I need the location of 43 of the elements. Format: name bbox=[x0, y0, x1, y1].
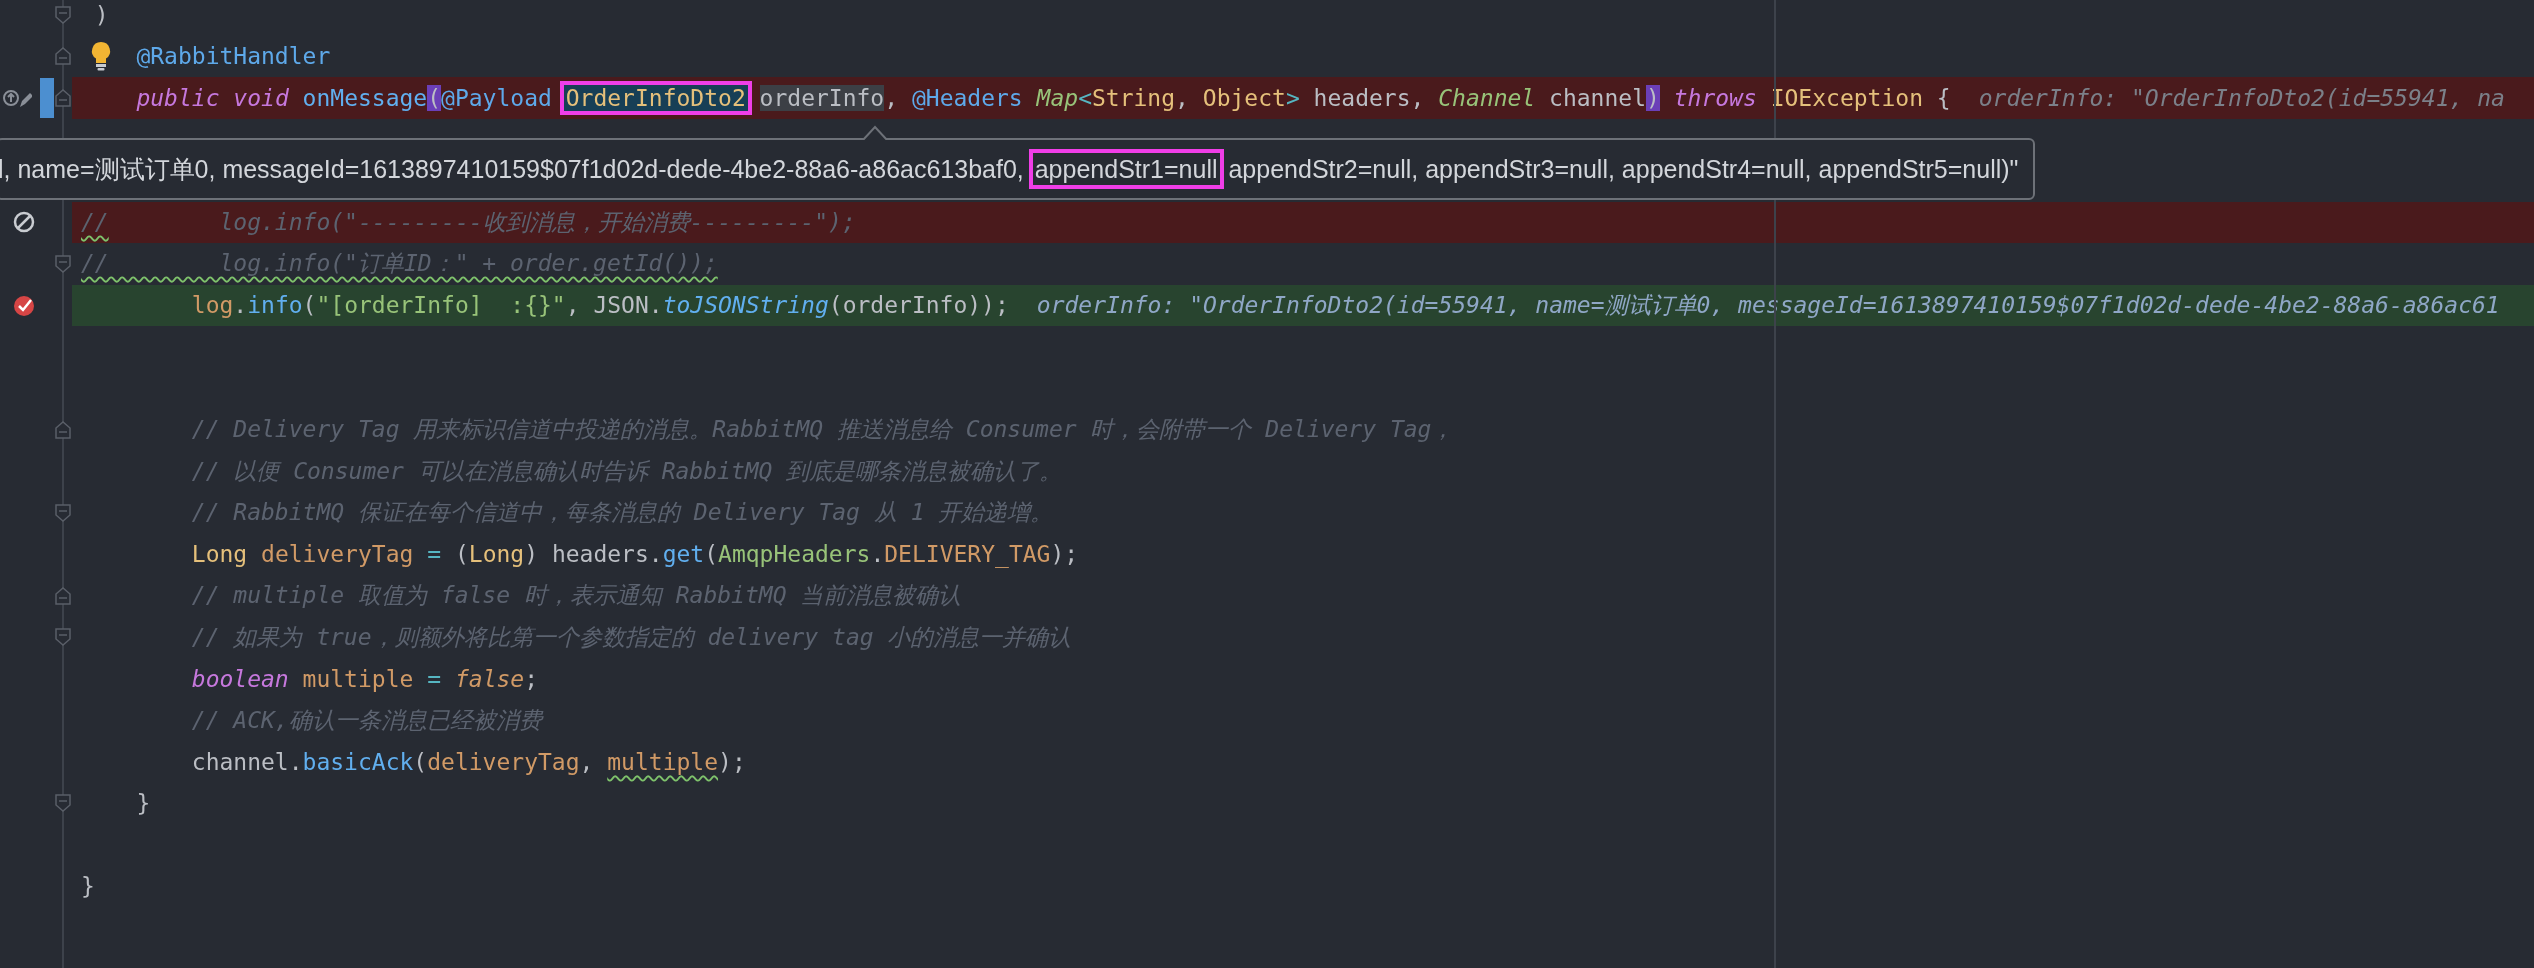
inline-debug-value: orderInfo: "OrderInfoDto2(id=55941, name=测试订单0, messageId=1613897410159$07f1d02d-dede-4be2-88a6-a86ac61 bbox=[1036, 290, 2500, 320]
fold-marker-icon[interactable] bbox=[54, 793, 72, 814]
tooltip-text: appendStr2=null, appendStr3=null, appendStr4=null, appendStr5=null)" bbox=[1227, 154, 2019, 184]
outlined-text: appendStr1=null bbox=[1028, 148, 1224, 190]
fold-marker-icon[interactable] bbox=[54, 46, 72, 67]
code-text: // multiple 取值为 false 时，表示通知 RabbitMQ 当前消息被确认 bbox=[191, 581, 962, 611]
code-text: boolean multiple = false; bbox=[191, 665, 539, 692]
matched-bracket: ( bbox=[427, 84, 442, 111]
code-text: } bbox=[136, 790, 151, 817]
code-text: , @Headers Map<String, Object> headers, Channel channel bbox=[884, 84, 1646, 111]
bulb-icon[interactable] bbox=[90, 40, 112, 71]
code-text: } bbox=[81, 873, 95, 900]
fold-marker-icon[interactable] bbox=[54, 253, 72, 274]
fold-marker-icon[interactable] bbox=[54, 4, 72, 25]
code-text: // 以便 Consumer 可以在消息确认时告诉 RabbitMQ 到底是哪条消息被确认了。 bbox=[191, 456, 1063, 486]
outlined-code: OrderInfoDto2 bbox=[559, 80, 752, 115]
warning-underlined-code: // bbox=[81, 209, 109, 236]
code-text: // 如果为 true，则额外将比第一个参数指定的 delivery tag 小的消息一并确认 bbox=[191, 622, 1072, 652]
code-text: // ACK,确认一条消息已经被消费 bbox=[191, 705, 542, 735]
fold-marker-icon[interactable] bbox=[54, 87, 72, 108]
highlighted-code: orderInfo bbox=[759, 84, 885, 111]
warning-underlined-code: // log.info("订单ID：" + order.getId()); bbox=[81, 249, 718, 279]
code-text: @Payload bbox=[441, 84, 553, 111]
code-text: channel.basicAck(deliveryTag, bbox=[191, 748, 595, 775]
tooltip-text: l, name=测试订单0, messageId=1613897410159$07f1d02d-dede-4be2-88a6-a86ac613baf0, bbox=[0, 153, 1025, 185]
warning-underlined-code: multiple bbox=[607, 748, 719, 775]
code-text: log.info("[orderInfo] :{}", JSON.toJSONString(orderInfo)); bbox=[191, 292, 1009, 319]
code-text: Long deliveryTag = (Long) headers.get(AmqpHeaders.DELIVERY_TAG); bbox=[191, 541, 1079, 568]
matched-bracket: ) bbox=[1646, 84, 1660, 111]
code-text: ); bbox=[718, 748, 746, 775]
code-text: // RabbitMQ 保证在每个信道中，每条消息的 Delivery Tag 从 1 开始递增。 bbox=[191, 498, 1054, 528]
code-text: ) bbox=[94, 1, 109, 28]
fold-marker-icon[interactable] bbox=[54, 419, 72, 440]
gutter-marker-icon[interactable] bbox=[40, 77, 54, 118]
fold-marker-icon[interactable] bbox=[54, 585, 72, 606]
fold-marker-icon[interactable] bbox=[54, 502, 72, 523]
code-text: // Delivery Tag 用来标识信道中投递的消息。RabbitMQ 推送消息给 Consumer 时，会附带一个 Delivery Tag， bbox=[191, 415, 1455, 445]
inline-debug-value: orderInfo: "OrderInfoDto2(id=55941, na bbox=[1978, 84, 2505, 111]
code-text: @RabbitHandler bbox=[136, 43, 331, 70]
code-text: throws IOException { bbox=[1673, 84, 1951, 111]
code-text: public void onMessage bbox=[136, 84, 428, 111]
fold-marker-icon[interactable] bbox=[54, 627, 72, 648]
code-text: log.info("---------收到消息，开始消费---------"); bbox=[219, 207, 856, 237]
